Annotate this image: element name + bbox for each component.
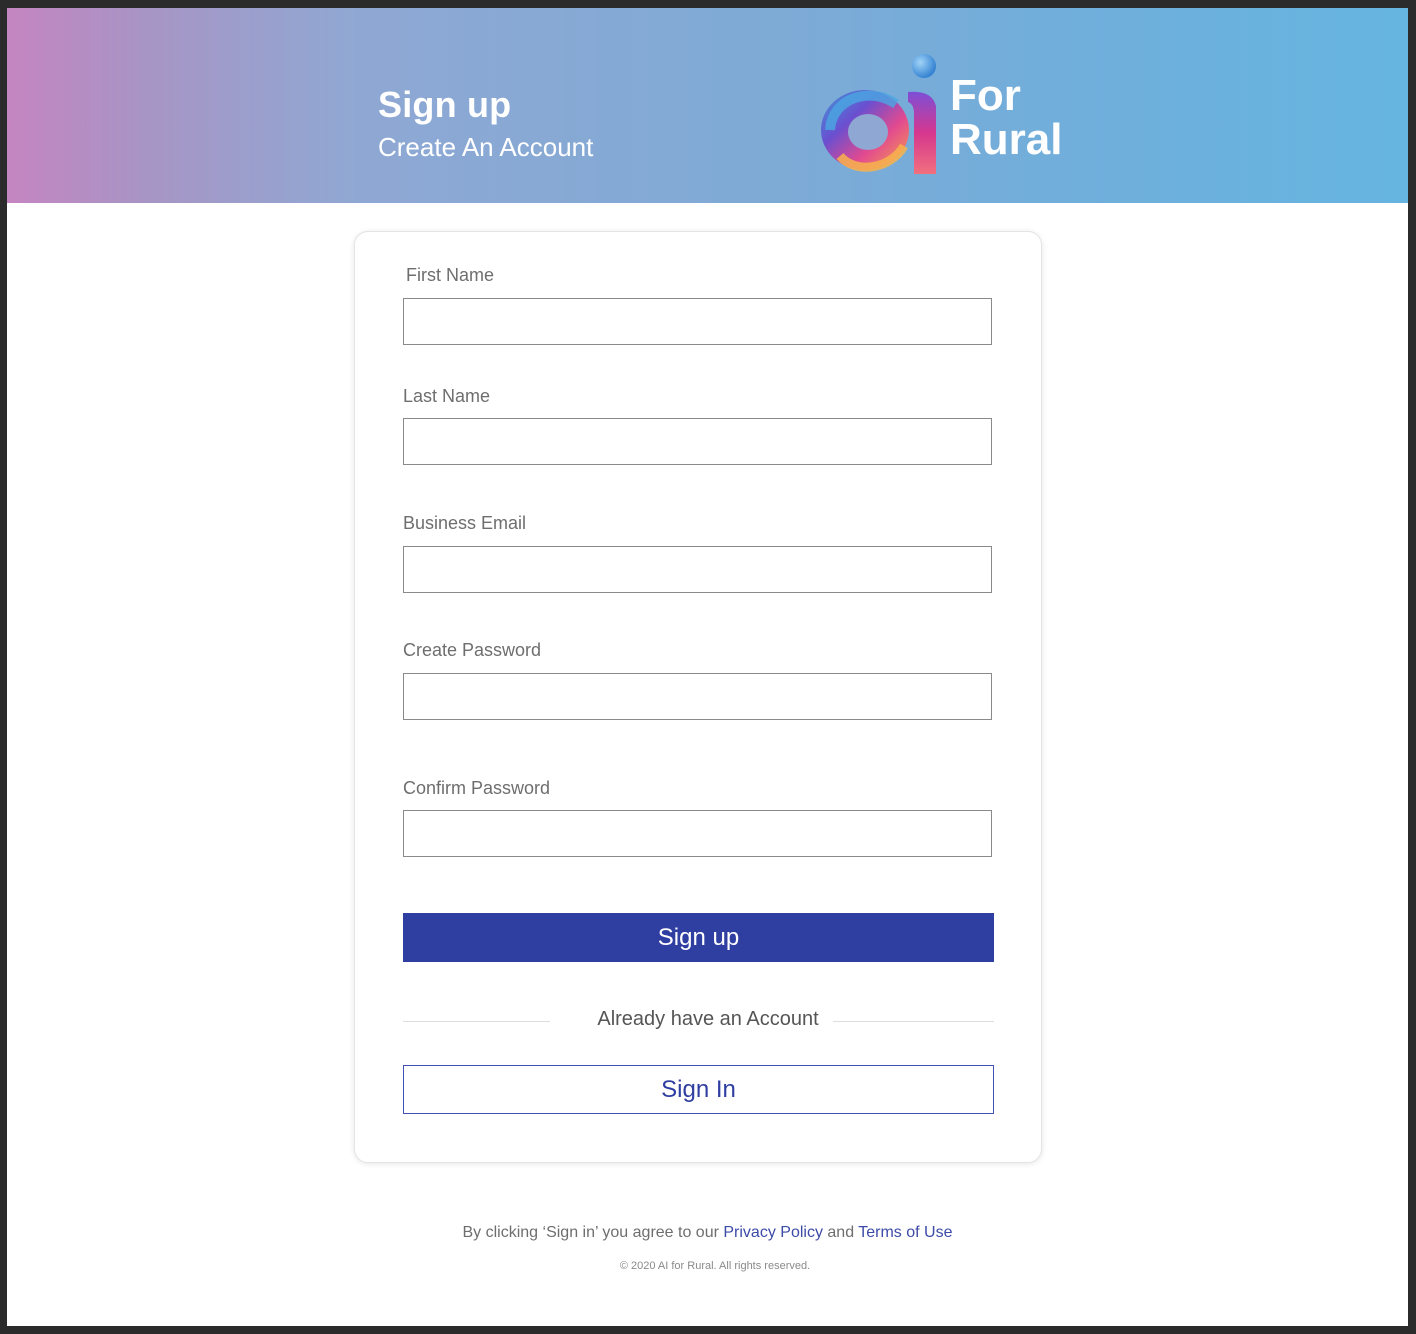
logo-text-for: For (950, 71, 1021, 120)
logo-text-rural: Rural (950, 115, 1063, 164)
last-name-field[interactable] (403, 418, 992, 465)
create-password-field[interactable] (403, 673, 992, 720)
last-name-label: Last Name (403, 386, 491, 406)
confirm-password-field[interactable] (403, 810, 992, 857)
signup-page: Sign up Create An Account For Rural Firs… (7, 8, 1408, 1326)
business-email-label: Business Email (403, 513, 527, 533)
first-name-field[interactable] (403, 298, 992, 345)
ai-for-rural-logo-icon (821, 54, 936, 174)
create-password-label: Create Password (403, 640, 542, 660)
legal-prefix-text: By clicking ‘Sign in’ you agree to our (462, 1224, 724, 1241)
already-have-account-text: Already have an Account (597, 1008, 819, 1030)
divider-line-right (833, 1021, 994, 1022)
logo-text: For Rural (950, 74, 1062, 162)
page-title: Sign up (378, 84, 512, 125)
confirm-password-label: Confirm Password (403, 778, 551, 798)
first-name-label: First Name (406, 265, 495, 285)
signup-card: First Name Last Name Business Email Crea… (354, 231, 1042, 1163)
legal-and-text: and (822, 1224, 859, 1241)
signin-button[interactable]: Sign In (403, 1065, 994, 1114)
legal-agreement: By clicking ‘Sign in’ you agree to our P… (7, 1224, 1408, 1242)
signup-button[interactable]: Sign up (403, 913, 994, 962)
header-banner: Sign up Create An Account For Rural (7, 8, 1408, 203)
privacy-policy-link[interactable]: Privacy Policy (723, 1224, 823, 1241)
business-email-field[interactable] (403, 546, 992, 593)
terms-of-use-link[interactable]: Terms of Use (858, 1224, 952, 1241)
divider-line-left (403, 1021, 550, 1022)
page-subtitle: Create An Account (378, 132, 594, 162)
copyright-text: © 2020 AI for Rural. All rights reserved… (619, 1260, 811, 1272)
